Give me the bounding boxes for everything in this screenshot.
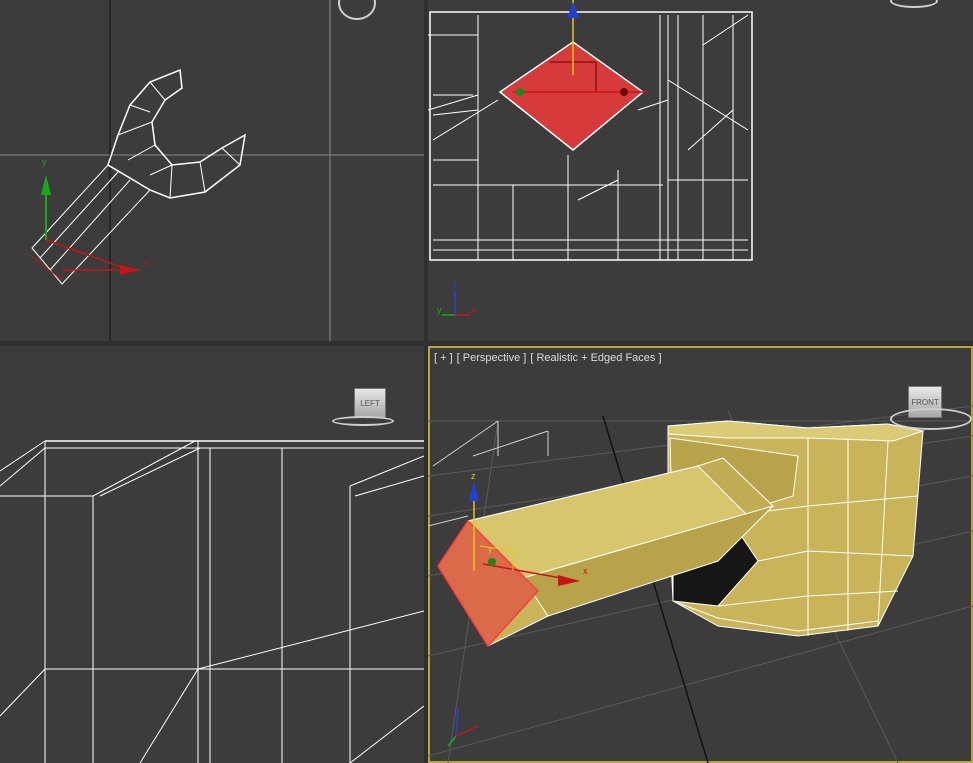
viewport-shading-label[interactable]: [ Realistic + Edged Faces ] — [530, 352, 661, 364]
viewport-label[interactable]: [ + ] [ Perspective ][ Realistic + Edged … — [434, 352, 666, 364]
axis-y-label: y — [42, 157, 47, 167]
viewport-view-label[interactable]: [ Perspective ] — [457, 352, 527, 364]
viewport-menu-plus[interactable]: [ + ] — [434, 352, 453, 364]
gizmo-x-label: x — [583, 566, 588, 576]
wireframe-front-view: z x y — [428, 0, 753, 316]
gizmo-y-label: y — [488, 544, 493, 554]
wireframe-wrench-view: y x — [0, 0, 424, 341]
viewcube-left[interactable]: LEFT — [354, 388, 386, 418]
viewport-top-left[interactable]: y x — [0, 0, 424, 341]
perspective-render: z x y — [428, 405, 973, 763]
viewport-top-right[interactable]: z x y — [428, 0, 973, 341]
viewcube-ring[interactable] — [890, 408, 972, 430]
viewport-perspective[interactable]: z x y [ + ] [ Perspective ][ Realistic + … — [428, 346, 973, 763]
axis-z-label: z — [453, 279, 458, 289]
gizmo-z-label: z — [471, 471, 476, 481]
axis-x-label: x — [472, 305, 477, 315]
viewport-bottom-left[interactable]: LEFT — [0, 346, 424, 763]
axis-x-label: x — [144, 258, 149, 268]
axis-y-label: y — [437, 305, 442, 315]
viewcube-ring[interactable] — [332, 416, 394, 426]
